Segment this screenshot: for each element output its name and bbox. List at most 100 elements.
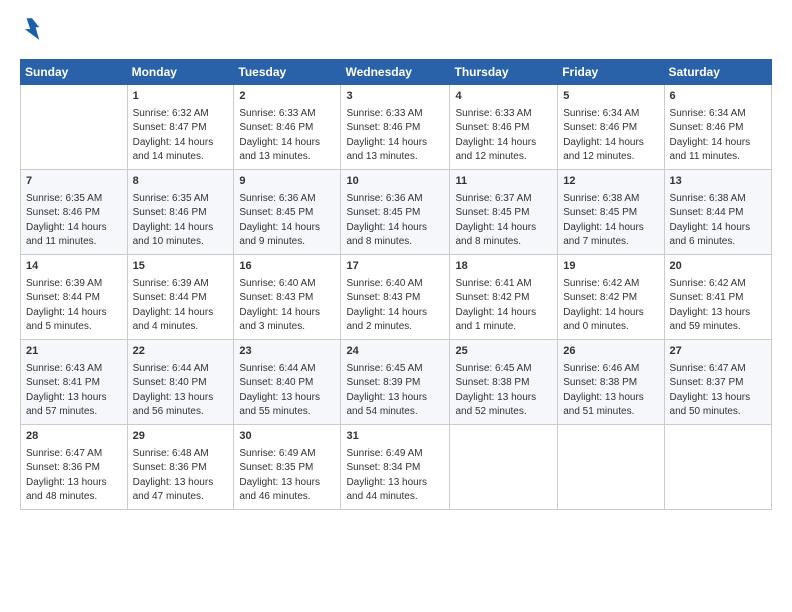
week-row-3: 14 Sunrise: 6:39 AM Sunset: 8:44 PM Dayli… — [21, 254, 772, 339]
day-info: Sunrise: 6:47 AM Sunset: 8:36 PM Dayligh… — [26, 447, 122, 505]
day-cell: 1 Sunrise: 6:32 AM Sunset: 8:47 PM Daylig… — [127, 85, 234, 170]
day-cell: 12 Sunrise: 6:38 AM Sunset: 8:45 PM Dayli… — [558, 169, 664, 254]
day-info: Sunrise: 6:46 AM Sunset: 8:38 PM Dayligh… — [563, 362, 658, 420]
day-number: 20 — [670, 259, 766, 275]
day-cell: 5 Sunrise: 6:34 AM Sunset: 8:46 PM Daylig… — [558, 85, 664, 170]
day-info: Sunrise: 6:39 AM Sunset: 8:44 PM Dayligh… — [26, 277, 122, 335]
header-cell-saturday: Saturday — [664, 60, 771, 85]
day-number: 27 — [670, 344, 766, 360]
day-cell: 8 Sunrise: 6:35 AM Sunset: 8:46 PM Daylig… — [127, 169, 234, 254]
day-info: Sunrise: 6:37 AM Sunset: 8:45 PM Dayligh… — [455, 192, 552, 250]
day-info: Sunrise: 6:35 AM Sunset: 8:46 PM Dayligh… — [133, 192, 229, 250]
day-cell: 3 Sunrise: 6:33 AM Sunset: 8:46 PM Daylig… — [341, 85, 450, 170]
header-cell-sunday: Sunday — [21, 60, 128, 85]
day-cell: 9 Sunrise: 6:36 AM Sunset: 8:45 PM Daylig… — [234, 169, 341, 254]
day-info: Sunrise: 6:34 AM Sunset: 8:46 PM Dayligh… — [670, 107, 766, 165]
week-row-5: 28 Sunrise: 6:47 AM Sunset: 8:36 PM Dayli… — [21, 424, 772, 509]
day-cell — [21, 85, 128, 170]
day-cell: 29Sunrise: 6:48 AM Sunset: 8:36 PM Dayli… — [127, 424, 234, 509]
day-info: Sunrise: 6:40 AM Sunset: 8:43 PM Dayligh… — [239, 277, 335, 335]
day-number: 19 — [563, 259, 658, 275]
header-cell-tuesday: Tuesday — [234, 60, 341, 85]
day-info: Sunrise: 6:36 AM Sunset: 8:45 PM Dayligh… — [239, 192, 335, 250]
day-cell — [558, 424, 664, 509]
day-cell: 28 Sunrise: 6:47 AM Sunset: 8:36 PM Dayli… — [21, 424, 128, 509]
day-info: Sunrise: 6:34 AM Sunset: 8:46 PM Dayligh… — [563, 107, 658, 165]
header-cell-monday: Monday — [127, 60, 234, 85]
day-number: 30 — [239, 429, 335, 445]
day-number: 13 — [670, 174, 766, 190]
day-info: Sunrise: 6:33 AM Sunset: 8:46 PM Dayligh… — [346, 107, 444, 165]
day-info: Sunrise: 6:44 AM Sunset: 8:40 PM Dayligh… — [133, 362, 229, 420]
day-number: 12 — [563, 174, 658, 190]
day-cell: 21 Sunrise: 6:43 AM Sunset: 8:41 PM Dayli… — [21, 339, 128, 424]
day-info: Sunrise: 6:42 AM Sunset: 8:41 PM Dayligh… — [670, 277, 766, 335]
week-row-1: 1 Sunrise: 6:32 AM Sunset: 8:47 PM Daylig… — [21, 85, 772, 170]
day-info: Sunrise: 6:45 AM Sunset: 8:39 PM Dayligh… — [346, 362, 444, 420]
day-cell: 6 Sunrise: 6:34 AM Sunset: 8:46 PM Daylig… — [664, 85, 771, 170]
header-cell-friday: Friday — [558, 60, 664, 85]
day-cell: 11 Sunrise: 6:37 AM Sunset: 8:45 PM Dayli… — [450, 169, 558, 254]
day-cell: 14 Sunrise: 6:39 AM Sunset: 8:44 PM Dayli… — [21, 254, 128, 339]
day-cell: 7 Sunrise: 6:35 AM Sunset: 8:46 PM Daylig… — [21, 169, 128, 254]
day-number: 8 — [133, 174, 229, 190]
day-cell: 20 Sunrise: 6:42 AM Sunset: 8:41 PM Dayli… — [664, 254, 771, 339]
day-cell: 13 Sunrise: 6:38 AM Sunset: 8:44 PM Dayli… — [664, 169, 771, 254]
week-row-4: 21 Sunrise: 6:43 AM Sunset: 8:41 PM Dayli… — [21, 339, 772, 424]
day-number: 10 — [346, 174, 444, 190]
day-info: Sunrise: 6:45 AM Sunset: 8:38 PM Dayligh… — [455, 362, 552, 420]
day-number: 28 — [26, 429, 122, 445]
day-number: 11 — [455, 174, 552, 190]
header-cell-wednesday: Wednesday — [341, 60, 450, 85]
day-info: Sunrise: 6:39 AM Sunset: 8:44 PM Dayligh… — [133, 277, 229, 335]
day-info: Sunrise: 6:40 AM Sunset: 8:43 PM Dayligh… — [346, 277, 444, 335]
day-number: 26 — [563, 344, 658, 360]
day-cell — [664, 424, 771, 509]
day-info: Sunrise: 6:49 AM Sunset: 8:35 PM Dayligh… — [239, 447, 335, 505]
day-number: 25 — [455, 344, 552, 360]
day-number: 24 — [346, 344, 444, 360]
day-cell — [450, 424, 558, 509]
day-number: 23 — [239, 344, 335, 360]
day-number: 4 — [455, 89, 552, 105]
day-cell: 31Sunrise: 6:49 AM Sunset: 8:34 PM Dayli… — [341, 424, 450, 509]
day-cell: 2 Sunrise: 6:33 AM Sunset: 8:46 PM Daylig… — [234, 85, 341, 170]
calendar-header: SundayMondayTuesdayWednesdayThursdayFrid… — [21, 60, 772, 85]
day-info: Sunrise: 6:48 AM Sunset: 8:36 PM Dayligh… — [133, 447, 229, 505]
day-number: 7 — [26, 174, 122, 190]
day-number: 9 — [239, 174, 335, 190]
day-cell: 23 Sunrise: 6:44 AM Sunset: 8:40 PM Dayli… — [234, 339, 341, 424]
day-cell: 15 Sunrise: 6:39 AM Sunset: 8:44 PM Dayli… — [127, 254, 234, 339]
day-number: 15 — [133, 259, 229, 275]
day-info: Sunrise: 6:38 AM Sunset: 8:45 PM Dayligh… — [563, 192, 658, 250]
day-number: 14 — [26, 259, 122, 275]
day-info: Sunrise: 6:32 AM Sunset: 8:47 PM Dayligh… — [133, 107, 229, 165]
logo-icon — [23, 16, 41, 44]
day-cell: 25 Sunrise: 6:45 AM Sunset: 8:38 PM Dayli… — [450, 339, 558, 424]
day-info: Sunrise: 6:35 AM Sunset: 8:46 PM Dayligh… — [26, 192, 122, 250]
day-number: 16 — [239, 259, 335, 275]
day-info: Sunrise: 6:38 AM Sunset: 8:44 PM Dayligh… — [670, 192, 766, 250]
day-number: 3 — [346, 89, 444, 105]
day-info: Sunrise: 6:47 AM Sunset: 8:37 PM Dayligh… — [670, 362, 766, 420]
day-cell: 16 Sunrise: 6:40 AM Sunset: 8:43 PM Dayli… — [234, 254, 341, 339]
day-info: Sunrise: 6:49 AM Sunset: 8:34 PM Dayligh… — [346, 447, 444, 505]
day-cell: 27 Sunrise: 6:47 AM Sunset: 8:37 PM Dayli… — [664, 339, 771, 424]
day-cell: 10 Sunrise: 6:36 AM Sunset: 8:45 PM Dayli… — [341, 169, 450, 254]
day-info: Sunrise: 6:43 AM Sunset: 8:41 PM Dayligh… — [26, 362, 122, 420]
day-info: Sunrise: 6:36 AM Sunset: 8:45 PM Dayligh… — [346, 192, 444, 250]
day-number: 1 — [133, 89, 229, 105]
day-number: 2 — [239, 89, 335, 105]
day-info: Sunrise: 6:44 AM Sunset: 8:40 PM Dayligh… — [239, 362, 335, 420]
week-row-2: 7 Sunrise: 6:35 AM Sunset: 8:46 PM Daylig… — [21, 169, 772, 254]
day-cell: 30 Sunrise: 6:49 AM Sunset: 8:35 PM Dayli… — [234, 424, 341, 509]
day-number: 5 — [563, 89, 658, 105]
day-number: 6 — [670, 89, 766, 105]
day-info: Sunrise: 6:33 AM Sunset: 8:46 PM Dayligh… — [239, 107, 335, 165]
calendar-body: 1 Sunrise: 6:32 AM Sunset: 8:47 PM Daylig… — [21, 85, 772, 510]
day-number: 22 — [133, 344, 229, 360]
day-info: Sunrise: 6:33 AM Sunset: 8:46 PM Dayligh… — [455, 107, 552, 165]
day-number: 21 — [26, 344, 122, 360]
header — [20, 16, 772, 49]
day-cell: 18Sunrise: 6:41 AM Sunset: 8:42 PM Dayli… — [450, 254, 558, 339]
